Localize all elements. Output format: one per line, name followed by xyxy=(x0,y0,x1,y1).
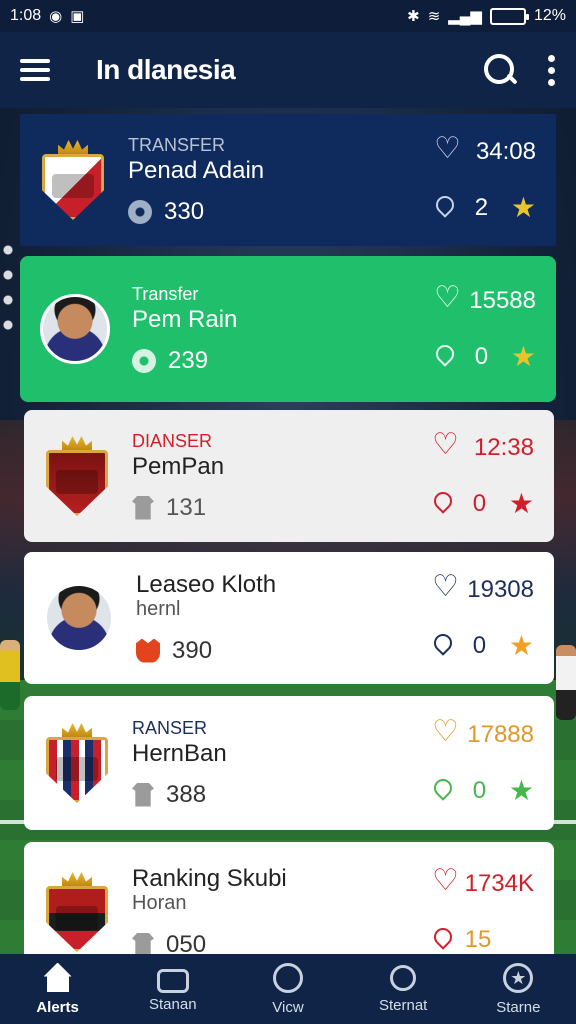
item-subtitle: Horan xyxy=(132,891,187,914)
location-pin-icon xyxy=(434,492,450,516)
status-bar: 1:08 ◉ ▣ ✱ ≋ ▂▄▆ 12% xyxy=(0,0,576,32)
status-time: 1:08 xyxy=(10,7,42,24)
location-pin-icon xyxy=(436,196,452,220)
wifi-icon: ≋ xyxy=(427,7,441,25)
shirt-icon xyxy=(132,782,154,807)
list-item[interactable]: TRANSFER Penad Adain 330 34:08 2 ★ xyxy=(20,114,556,246)
nav-item-view[interactable]: Vicw xyxy=(233,962,343,1016)
shirt-icon xyxy=(132,495,154,520)
item-stat-top: 15588 xyxy=(469,287,536,314)
item-meta-value: 330 xyxy=(164,197,205,225)
location-pin-icon xyxy=(436,345,452,369)
club-crest-icon xyxy=(44,872,110,952)
nav-item-alerts[interactable]: Alerts xyxy=(3,963,113,1016)
nav-label: Vicw xyxy=(272,998,304,1016)
item-stat-top: 34:08 xyxy=(475,138,536,165)
heart-icon[interactable] xyxy=(434,283,461,313)
star-icon[interactable]: ★ xyxy=(511,194,536,222)
location-pin-icon xyxy=(434,634,450,658)
more-options-icon[interactable] xyxy=(548,54,556,86)
item-name: Ranking Skubi xyxy=(132,864,287,892)
item-name: Penad Adain xyxy=(128,156,265,184)
nav-item-stanan[interactable]: Stanan xyxy=(118,966,228,1013)
battery-percent: 12% xyxy=(533,7,566,24)
list-item[interactable]: Transfer Pem Rain 239 15588 0 ★ xyxy=(20,256,556,402)
nav-item-starne[interactable]: ★ Starne xyxy=(463,962,573,1016)
heart-icon[interactable] xyxy=(434,134,461,164)
club-crest-icon xyxy=(40,140,106,220)
stats-icon xyxy=(156,968,189,993)
item-stat-bottom: 0 xyxy=(472,490,487,517)
item-name: PemPan xyxy=(132,452,225,480)
club-crest-icon xyxy=(44,723,110,803)
star-icon[interactable]: ★ xyxy=(509,490,534,518)
location-pin-icon xyxy=(434,928,450,952)
shield-icon xyxy=(128,199,152,224)
heart-icon[interactable] xyxy=(432,866,459,896)
signal-icon: ▂▄▆ xyxy=(448,7,482,25)
item-meta-value: 131 xyxy=(166,493,207,521)
item-kicker: TRANSFER xyxy=(128,134,226,155)
item-stat-bottom: 2 xyxy=(474,194,489,221)
item-meta-value: 390 xyxy=(172,636,213,664)
player-figure-right xyxy=(556,645,576,720)
item-meta-value: 388 xyxy=(166,780,207,808)
nav-label: Alerts xyxy=(36,998,79,1016)
item-stat-top: 1734K xyxy=(464,870,534,897)
app-bar: In dlanesia xyxy=(0,32,576,108)
item-stat-bottom: 0 xyxy=(472,632,487,659)
heart-icon[interactable] xyxy=(432,717,459,747)
star-icon[interactable]: ★ xyxy=(509,632,534,660)
item-stat-bottom: 0 xyxy=(472,777,487,804)
player-avatar xyxy=(44,583,114,653)
hand-icon xyxy=(136,638,160,663)
user-icon xyxy=(390,964,417,991)
nav-label: Stanan xyxy=(149,995,197,1013)
menu-icon[interactable] xyxy=(20,59,50,81)
shield-icon xyxy=(132,348,156,373)
item-meta-value: 239 xyxy=(168,346,209,374)
item-kicker: RANSER xyxy=(132,717,208,738)
item-stat-top: 17888 xyxy=(467,721,534,748)
app-notification-icon: ▣ xyxy=(70,7,85,25)
item-name: HernBan xyxy=(132,739,227,767)
heart-icon[interactable] xyxy=(432,430,459,460)
item-stat-bottom: 0 xyxy=(474,343,489,370)
home-icon xyxy=(42,963,74,993)
item-kicker: Transfer xyxy=(132,283,199,304)
star-icon[interactable]: ★ xyxy=(511,343,536,371)
nav-label: Sternat xyxy=(378,996,428,1014)
item-name: Pem Rain xyxy=(132,305,238,333)
item-name: Leaseo Kloth xyxy=(136,570,277,598)
item-stat-top: 19308 xyxy=(467,576,534,603)
player-avatar xyxy=(40,294,110,364)
list-item[interactable]: RANSER HernBan 388 17888 0 ★ xyxy=(24,696,554,830)
item-kicker: DIANSER xyxy=(132,430,213,451)
list-item[interactable]: DIANSER PemPan 131 12:38 0 ★ xyxy=(24,410,554,542)
star-icon[interactable]: ★ xyxy=(509,777,534,805)
page-title: In dlanesia xyxy=(96,54,236,85)
notification-icon: ◉ xyxy=(49,7,63,25)
compass-icon xyxy=(272,962,303,993)
heart-icon[interactable] xyxy=(432,572,459,602)
shirt-icon xyxy=(132,932,154,957)
list-item[interactable]: Leaseo Kloth hernl 390 19308 0 ★ xyxy=(24,552,554,684)
search-icon[interactable] xyxy=(482,52,518,88)
item-stat-top: 12:38 xyxy=(473,434,534,461)
bottom-navigation: Alerts Stanan Vicw Sternat ★ Starne xyxy=(0,954,576,1024)
bluetooth-icon: ✱ xyxy=(407,7,420,25)
nav-label: Starne xyxy=(496,998,541,1016)
nav-item-sternat[interactable]: Sternat xyxy=(348,964,458,1014)
item-stat-bottom: 15 xyxy=(464,926,492,953)
location-pin-icon xyxy=(434,779,450,803)
battery-icon xyxy=(489,7,529,25)
player-figure-left xyxy=(0,640,20,710)
club-crest-icon xyxy=(44,436,110,516)
star-icon: ★ xyxy=(503,962,534,993)
item-subtitle: hernl xyxy=(136,597,181,620)
